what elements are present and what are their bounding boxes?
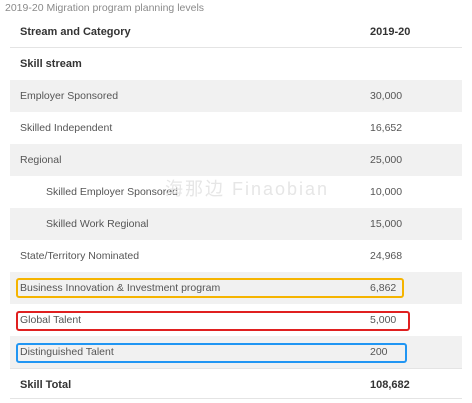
table-row: State/Territory Nominated 24,968 [10, 240, 462, 272]
row-category: Business Innovation & Investment program [20, 282, 221, 294]
total-label: Skill Total [20, 379, 72, 391]
row-value: 200 [370, 346, 388, 358]
table-total-row: Skill Total 108,682 [10, 368, 462, 401]
row-value: 5,000 [370, 314, 397, 326]
header-year: 2019-20 [370, 26, 411, 38]
total-value: 108,682 [370, 379, 410, 391]
table-caption: 2019-20 Migration program planning level… [5, 2, 205, 14]
row-value: 6,862 [370, 282, 397, 294]
row-category: Global Talent [20, 314, 82, 326]
table-row: Skilled Independent 16,652 [10, 112, 462, 144]
table-row: Regional 25,000 [10, 144, 462, 176]
row-value: 24,968 [370, 250, 403, 262]
header-stream-category: Stream and Category [20, 26, 131, 38]
row-value: 10,000 [370, 186, 403, 198]
table-row: Global Talent 5,000 [10, 304, 462, 336]
row-category: State/Territory Nominated [20, 250, 140, 262]
section-row-skill-stream: Skill stream [10, 48, 462, 80]
row-category: Regional [20, 154, 62, 166]
table-bottom-rule [10, 398, 462, 399]
watermark: 海那边 Finaobian [165, 179, 330, 199]
section-label: Skill stream [20, 58, 82, 70]
row-value: 15,000 [370, 218, 403, 230]
row-category: Employer Sponsored [20, 90, 119, 102]
table-row: Skilled Work Regional 15,000 [10, 208, 462, 240]
row-category: Skilled Independent [20, 122, 113, 134]
row-category: Skilled Work Regional [46, 218, 149, 230]
row-value: 16,652 [370, 122, 403, 134]
table-row: Distinguished Talent 200 [10, 336, 462, 368]
row-category: Distinguished Talent [20, 346, 114, 358]
row-value: 30,000 [370, 90, 403, 102]
migration-planning-table: Stream and Category 2019-20 Skill stream… [10, 17, 462, 401]
row-value: 25,000 [370, 154, 403, 166]
table-row: Employer Sponsored 30,000 [10, 80, 462, 112]
table-row: Business Innovation & Investment program… [10, 272, 462, 304]
table-header-row: Stream and Category 2019-20 [10, 17, 462, 48]
